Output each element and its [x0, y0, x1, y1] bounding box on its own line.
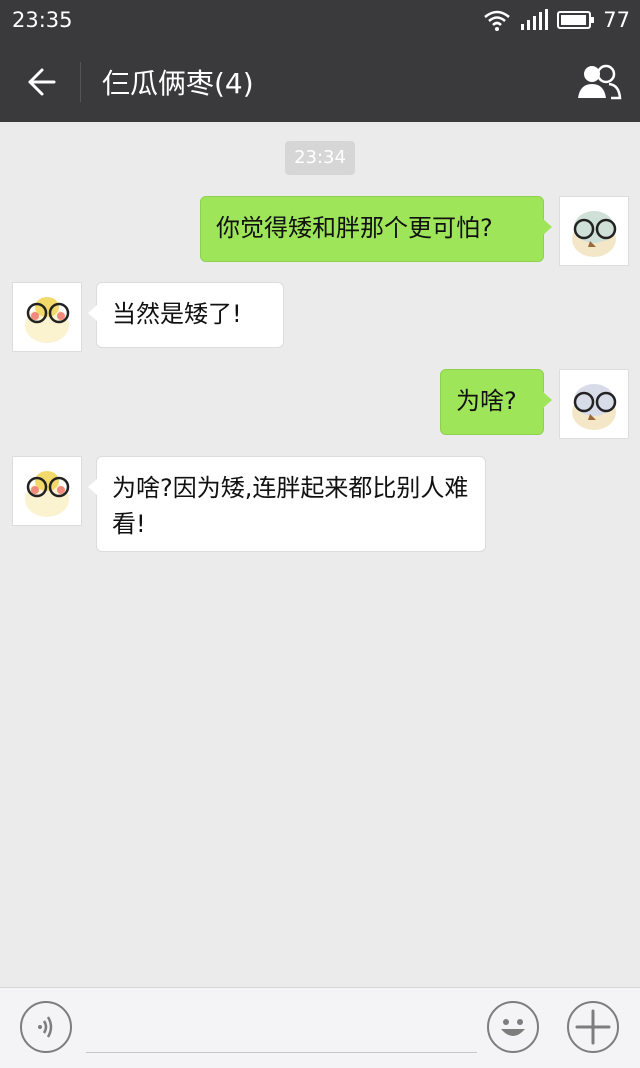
message-input[interactable]: [86, 1008, 477, 1053]
more-options-button[interactable]: [567, 1001, 619, 1053]
status-icons: 77: [483, 8, 630, 32]
incoming-message-bubble[interactable]: 当然是矮了!: [88, 282, 284, 348]
group-members-icon[interactable]: [576, 64, 622, 100]
status-bar: 23:35 77: [0, 0, 640, 42]
avatar-bird-icon: [572, 384, 617, 430]
status-time: 23:35: [12, 8, 73, 32]
message-timestamp: 23:34: [285, 141, 355, 175]
back-arrow-icon[interactable]: [22, 64, 58, 100]
chat-title: 仨瓜俩枣(4): [102, 67, 254, 100]
battery-level: 77: [603, 8, 630, 32]
outgoing-message-bubble[interactable]: 为啥?: [440, 369, 552, 435]
plus-icon: [575, 1009, 611, 1045]
voice-button[interactable]: [20, 1001, 72, 1053]
emoji-button[interactable]: [487, 1001, 539, 1053]
emoji-icon: [501, 1019, 525, 1036]
avatar-bird-icon: [25, 471, 70, 517]
my-avatar[interactable]: [559, 369, 629, 439]
header-divider: [80, 62, 81, 102]
voice-icon: [38, 1016, 53, 1038]
friend-avatar[interactable]: [12, 456, 82, 526]
chat-header: 仨瓜俩枣(4): [0, 42, 640, 122]
message-input-bar: [0, 987, 640, 1068]
battery-icon: [557, 11, 595, 29]
friend-avatar[interactable]: [12, 282, 82, 352]
signal-icon: [521, 9, 549, 30]
avatar-bird-icon: [25, 297, 70, 343]
wifi-icon: [484, 10, 511, 31]
avatar-bird-icon: [572, 211, 617, 257]
my-avatar[interactable]: [559, 196, 629, 266]
incoming-message-bubble[interactable]: 为啥?因为矮,连胖起来都比别人难看!: [88, 456, 486, 552]
outgoing-message-bubble[interactable]: 你觉得矮和胖那个更可怕?: [200, 196, 552, 262]
